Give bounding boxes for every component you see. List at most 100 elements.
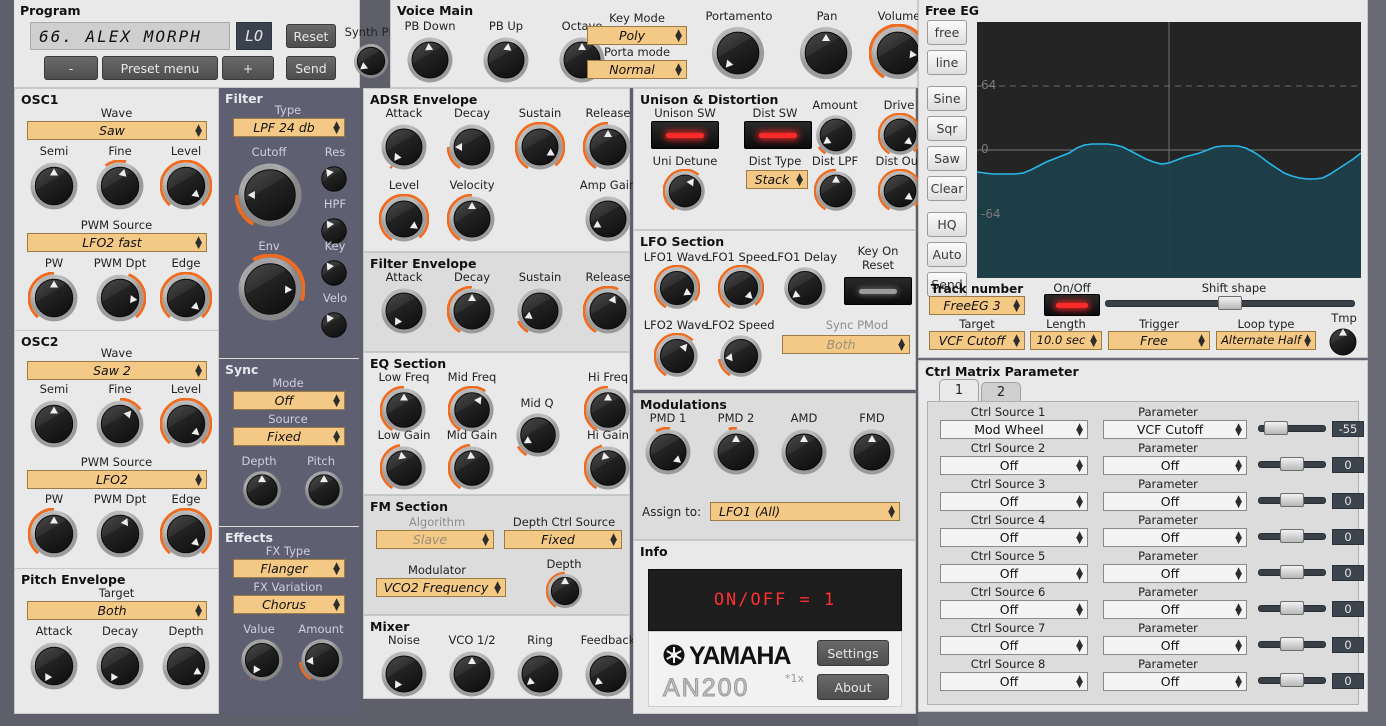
knob-dial[interactable] xyxy=(91,160,149,212)
knob-dial[interactable] xyxy=(157,160,215,212)
knob-dial[interactable] xyxy=(25,272,83,324)
lfo2-speed-knob[interactable] xyxy=(718,333,764,379)
osc2-wave-select[interactable]: Saw 2 ▲ ▼ xyxy=(27,361,207,380)
fx-value-knob[interactable] xyxy=(239,637,285,683)
slider-thumb[interactable] xyxy=(1280,493,1304,507)
fx-amount-knob-dial[interactable] xyxy=(299,637,345,683)
dist-out-knob-dial[interactable] xyxy=(878,169,922,213)
uni-detune-knob-dial[interactable] xyxy=(663,169,707,213)
slider-thumb[interactable] xyxy=(1264,421,1289,435)
portamento-knob-dial[interactable] xyxy=(709,24,767,82)
parameter-select[interactable]: Off ▲ ▼ xyxy=(1103,492,1247,511)
ctrl-source-select[interactable]: Off ▲ ▼ xyxy=(940,636,1088,655)
dist-lpf-knob[interactable] xyxy=(814,169,858,213)
ctrl-source-select[interactable]: Off ▲ ▼ xyxy=(940,672,1088,691)
slider-thumb[interactable] xyxy=(1280,673,1304,687)
amount-slider[interactable] xyxy=(1258,601,1326,615)
fm-algorithm-select[interactable]: Slave ▲ ▼ xyxy=(376,530,494,549)
free-eg-button-free[interactable]: free xyxy=(927,20,967,45)
free-eg-loop-type-select[interactable]: Alternate Half ▲ ▼ xyxy=(1216,331,1316,350)
slider-thumb[interactable] xyxy=(1280,529,1304,543)
free-eg-button-sqr[interactable]: Sqr xyxy=(927,116,967,141)
env-knob-dial[interactable] xyxy=(235,254,305,324)
tmp-knob[interactable] xyxy=(1325,324,1361,360)
osc2-pwm-source-select[interactable]: LFO2 ▲ ▼ xyxy=(27,470,207,489)
knob-dial[interactable] xyxy=(25,640,83,692)
knob-dial[interactable] xyxy=(440,122,504,172)
fm-modulator-select[interactable]: VCO2 Frequency ▲ ▼ xyxy=(376,578,506,597)
drive-knob[interactable] xyxy=(878,113,922,157)
knob-dial[interactable] xyxy=(576,122,640,172)
lfo1-speed-knob[interactable] xyxy=(718,265,764,311)
knob-dial[interactable] xyxy=(91,272,149,324)
fm-depth-ctrl-source-select[interactable]: Fixed ▲ ▼ xyxy=(504,530,622,549)
porta-mode-select[interactable]: Normal ▲ ▼ xyxy=(587,60,687,79)
sync-pmod-select[interactable]: Both ▲ ▼ xyxy=(782,335,910,354)
knob-dial[interactable] xyxy=(25,160,83,212)
free-eg-graph[interactable]: 64 0 -64 xyxy=(977,22,1361,278)
dist-type-select[interactable]: Stack ▲ ▼ xyxy=(746,170,808,189)
knob-dial[interactable] xyxy=(25,398,83,450)
ctrl-matrix-tab-2[interactable]: 2 xyxy=(981,382,1021,403)
free-eg-trigger-select[interactable]: Free ▲ ▼ xyxy=(1108,331,1210,350)
settings-button[interactable]: Settings xyxy=(817,640,889,666)
knob-dial[interactable] xyxy=(399,35,461,85)
knob-dial[interactable] xyxy=(91,398,149,450)
ctrl-source-select[interactable]: Off ▲ ▼ xyxy=(940,528,1088,547)
knob-dial[interactable] xyxy=(157,640,215,692)
env-knob[interactable] xyxy=(235,254,305,324)
parameter-select[interactable]: VCF Cutoff ▲ ▼ xyxy=(1103,420,1247,439)
cutoff-knob[interactable] xyxy=(235,160,305,230)
knob-dial[interactable] xyxy=(372,649,436,699)
sync-pitch-knob-dial[interactable] xyxy=(303,469,345,511)
knob-dial[interactable] xyxy=(642,427,694,477)
knob-dial[interactable] xyxy=(508,649,572,699)
free-eg-button-hq[interactable]: HQ xyxy=(927,212,967,237)
slider-thumb[interactable] xyxy=(1218,296,1242,310)
knob-dial[interactable] xyxy=(440,649,504,699)
osc1-pwm-source-select[interactable]: LFO2 fast ▲ ▼ xyxy=(27,233,207,252)
knob-dial[interactable] xyxy=(372,194,436,244)
knob-dial[interactable] xyxy=(157,508,215,560)
slider-thumb[interactable] xyxy=(1280,601,1304,615)
amount-slider[interactable] xyxy=(1258,421,1326,435)
pan-knob-dial[interactable] xyxy=(797,24,855,82)
knob-dial[interactable] xyxy=(576,286,640,336)
pan-knob[interactable] xyxy=(797,24,855,82)
free-eg-button-line[interactable]: line xyxy=(927,50,967,75)
lfo1-speed-knob-dial[interactable] xyxy=(718,265,764,311)
parameter-select[interactable]: Off ▲ ▼ xyxy=(1103,528,1247,547)
amount-slider[interactable] xyxy=(1258,565,1326,579)
knob-dial[interactable] xyxy=(372,386,436,434)
res-knob-dial[interactable] xyxy=(317,162,351,196)
slider-thumb[interactable] xyxy=(1280,637,1304,651)
reset-button[interactable]: Reset xyxy=(286,24,336,48)
sync-mode-select[interactable]: Off ▲ ▼ xyxy=(233,391,345,410)
dist-lpf-knob-dial[interactable] xyxy=(814,169,858,213)
fx-variation-select[interactable]: Chorus ▲ ▼ xyxy=(233,595,345,614)
sync-source-select[interactable]: Fixed ▲ ▼ xyxy=(233,427,345,446)
ctrl-source-select[interactable]: Off ▲ ▼ xyxy=(940,492,1088,511)
ctrl-matrix-tab-1[interactable]: 1 xyxy=(939,379,979,403)
filter-type-select[interactable]: LPF 24 db ▲ ▼ xyxy=(233,118,345,137)
lfo1-delay-knob[interactable] xyxy=(782,265,828,311)
about-button[interactable]: About xyxy=(817,674,889,700)
amount-slider[interactable] xyxy=(1258,457,1326,471)
knob-dial[interactable] xyxy=(576,649,640,699)
knob-dial[interactable] xyxy=(576,444,640,492)
uni-detune-knob[interactable] xyxy=(663,169,707,213)
lfo1-wave-knob[interactable] xyxy=(654,265,700,311)
dist-out-knob[interactable] xyxy=(878,169,922,213)
lfo2-wave-knob-dial[interactable] xyxy=(654,333,700,379)
knob-dial[interactable] xyxy=(157,398,215,450)
synth-prg-knob-dial[interactable] xyxy=(352,42,390,80)
sync-depth-knob-dial[interactable] xyxy=(241,469,283,511)
fm-depth-knob-dial[interactable] xyxy=(546,572,584,610)
knob-dial[interactable] xyxy=(846,427,898,477)
lfo2-wave-knob[interactable] xyxy=(654,333,700,379)
amount-slider[interactable] xyxy=(1258,673,1326,687)
knob-dial[interactable] xyxy=(576,194,640,244)
res-knob[interactable] xyxy=(317,162,351,196)
free-eg-button-auto[interactable]: Auto xyxy=(927,242,967,267)
knob-dial[interactable] xyxy=(475,35,537,85)
